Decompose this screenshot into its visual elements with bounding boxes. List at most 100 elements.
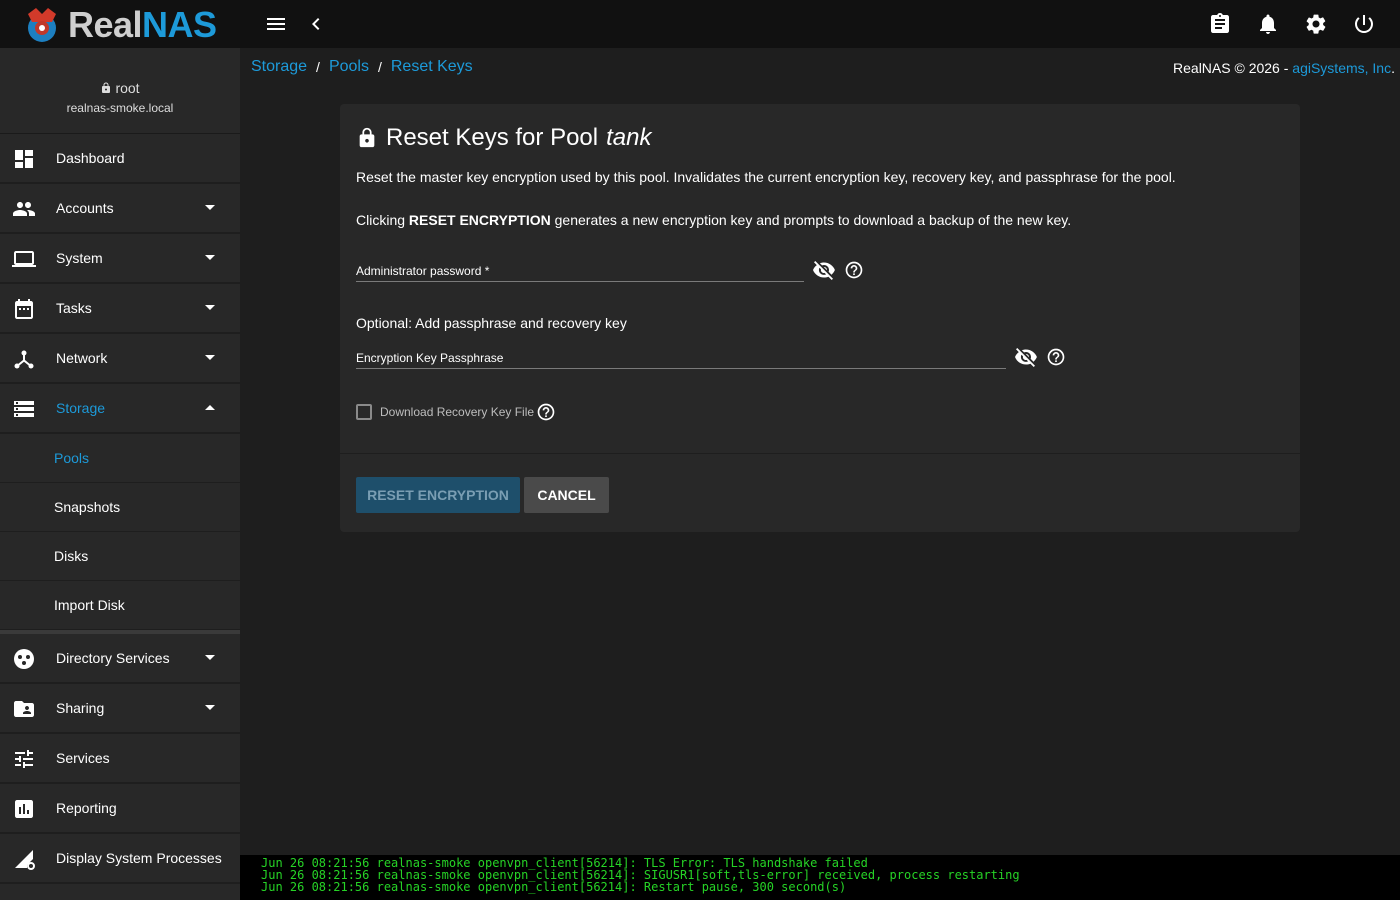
sidebar-subitem-label: Pools — [54, 450, 90, 466]
reset-encryption-button[interactable]: RESET ENCRYPTION — [356, 477, 520, 513]
storage-icon — [14, 401, 34, 417]
chevron-down-icon — [205, 355, 215, 360]
menu-icon[interactable] — [264, 12, 288, 36]
gear-icon[interactable] — [1304, 12, 1328, 36]
sidebar-item-label: Reporting — [56, 800, 117, 816]
click-bold: RESET ENCRYPTION — [408, 212, 551, 228]
visibility-off-icon[interactable] — [1014, 345, 1038, 369]
breadcrumb-separator: / — [377, 59, 382, 75]
sidebar-subitem-pools[interactable]: Pools — [0, 434, 240, 483]
sidebar-item-directory-services[interactable]: Directory Services — [0, 634, 240, 684]
breadcrumb-separator: / — [316, 59, 320, 75]
pool-name: tank — [606, 124, 652, 151]
sidebar-item-tasks[interactable]: Tasks — [0, 284, 240, 334]
company-link[interactable]: agiSystems, Inc — [1292, 60, 1391, 76]
help-icon[interactable] — [536, 402, 556, 422]
visibility-off-icon[interactable] — [812, 258, 836, 282]
people-icon — [13, 202, 35, 216]
processes-icon — [15, 850, 35, 870]
directory-services-icon — [14, 649, 34, 669]
console-log: Jun 26 08:21:56 realnas-smoke openvpn_cl… — [240, 855, 1400, 900]
passphrase-input[interactable] — [356, 337, 1006, 368]
sidebar-subitem-label: Snapshots — [54, 499, 121, 515]
sidebar-item-label: Tasks — [56, 300, 92, 316]
chevron-left-icon[interactable] — [304, 12, 328, 36]
sidebar-item-reporting[interactable]: Reporting — [0, 784, 240, 834]
help-icon[interactable] — [1046, 347, 1066, 367]
breadcrumb-pools[interactable]: Pools — [329, 58, 369, 76]
reset-keys-card: Reset Keys for Pool tank Reset the maste… — [340, 104, 1300, 532]
card-divider — [340, 453, 1300, 454]
calendar-icon — [15, 299, 33, 319]
lock-icon — [102, 82, 111, 93]
reporting-icon — [15, 800, 33, 818]
breadcrumb: Storage / Pools / Reset Keys — [251, 58, 473, 76]
click-instruction: Clicking RESET ENCRYPTION generates a ne… — [356, 212, 1071, 228]
breadcrumb-storage[interactable]: Storage — [251, 58, 307, 76]
username: root — [115, 80, 140, 96]
laptop-icon — [12, 251, 36, 267]
chevron-down-icon — [205, 305, 215, 310]
copyright: RealNAS © 2026 - agiSystems, Inc. — [1173, 60, 1395, 76]
help-icon[interactable] — [844, 260, 864, 280]
sidebar-subitem-snapshots[interactable]: Snapshots — [0, 483, 240, 532]
click-suffix: generates a new encryption key and promp… — [550, 212, 1072, 228]
sidebar-item-label: Accounts — [56, 200, 114, 216]
sidebar-item-label: Services — [56, 750, 110, 766]
chevron-up-icon — [205, 405, 215, 410]
sidebar-item-network[interactable]: Network — [0, 334, 240, 384]
description-text: Reset the master key encryption used by … — [356, 169, 1176, 185]
sidebar-subitem-import-disk[interactable]: Import Disk — [0, 581, 240, 630]
realnas-logo[interactable]: RealNAS — [22, 4, 232, 45]
admin-password-field — [356, 250, 804, 282]
admin-password-input[interactable] — [356, 250, 804, 281]
sidebar-item-label: Storage — [56, 400, 106, 416]
click-prefix: Clicking — [356, 212, 409, 228]
chevron-down-icon — [205, 205, 215, 210]
power-icon[interactable] — [1352, 12, 1376, 36]
logo-mark-icon — [28, 8, 56, 42]
cancel-button[interactable]: CANCEL — [524, 477, 609, 513]
passphrase-field — [356, 337, 1006, 369]
tune-icon — [15, 750, 33, 768]
download-recovery-key-label[interactable]: Download Recovery Key File — [380, 405, 534, 419]
sidebar-subitem-disks[interactable]: Disks — [0, 532, 240, 581]
clipboard-icon[interactable] — [1208, 12, 1232, 36]
hostname: realnas-smoke.local — [66, 101, 174, 115]
sidebar-item-storage[interactable]: Storage — [0, 384, 240, 434]
sidebar-subitem-label: Import Disk — [54, 597, 125, 613]
sidebar-item-label: Directory Services — [56, 650, 170, 666]
chevron-down-icon — [205, 255, 215, 260]
copyright-text: RealNAS © 2026 - — [1173, 60, 1293, 76]
sidebar-item-label: Dashboard — [56, 150, 125, 166]
folder-shared-icon — [14, 701, 34, 717]
chevron-down-icon — [205, 705, 215, 710]
title-prefix: Reset Keys for Pool — [386, 124, 599, 151]
copyright-period: . — [1391, 60, 1395, 76]
sidebar-item-label: System — [56, 250, 103, 266]
sidebar-item-label: Sharing — [56, 700, 105, 716]
sidebar-item-accounts[interactable]: Accounts — [0, 184, 240, 234]
sidebar-subitem-label: Disks — [54, 548, 89, 564]
page-title: Reset Keys for Pool tank — [356, 124, 651, 152]
logo-text: RealNAS — [68, 4, 217, 45]
bell-icon[interactable] — [1256, 12, 1280, 36]
user-line: root — [0, 80, 240, 96]
breadcrumb-reset-keys[interactable]: Reset Keys — [391, 58, 473, 76]
top-bar: RealNAS — [0, 0, 1400, 48]
chevron-down-icon — [205, 655, 215, 660]
download-recovery-key-checkbox[interactable] — [356, 404, 372, 420]
sidebar-item-sharing[interactable]: Sharing — [0, 684, 240, 734]
dashboard-icon — [15, 150, 33, 168]
optional-label: Optional: Add passphrase and recovery ke… — [356, 315, 627, 331]
sidebar-item-services[interactable]: Services — [0, 734, 240, 784]
console-line: Jun 26 08:21:56 realnas-smoke openvpn_cl… — [261, 880, 847, 894]
sidebar-item-display-system-processes[interactable]: Display System Processes — [0, 834, 240, 884]
sidebar-item-dashboard[interactable]: Dashboard — [0, 134, 240, 184]
sidebar-item-system[interactable]: System — [0, 234, 240, 284]
sidebar-item-label: Display System Processes — [56, 850, 222, 866]
sidebar: root realnas-smoke.local Dashboard Accou… — [0, 48, 240, 900]
lock-icon — [359, 127, 375, 148]
sidebar-item-label: Network — [56, 350, 108, 366]
user-box: root realnas-smoke.local — [0, 48, 240, 134]
